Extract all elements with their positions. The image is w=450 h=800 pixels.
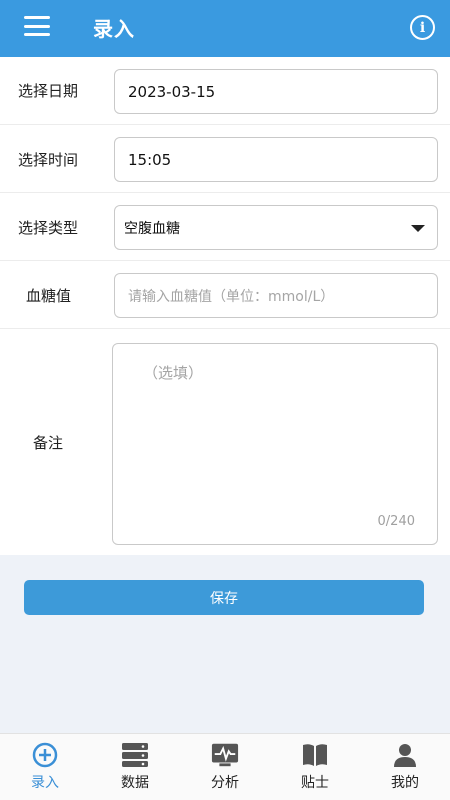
type-select-value: 空腹血糖 xyxy=(124,220,180,237)
analytics-icon xyxy=(211,742,239,768)
nav-item-data[interactable]: 数据 xyxy=(90,734,180,800)
nav-label-data: 数据 xyxy=(121,775,149,791)
entry-form: 选择日期 2023-03-15 选择时间 15:05 选择类型 空腹血糖 血糖值… xyxy=(0,57,450,555)
nav-label-tips: 贴士 xyxy=(301,775,329,791)
glucose-row: 血糖值 请输入血糖值（单位：mmol/L） xyxy=(0,261,450,329)
date-label: 选择日期 xyxy=(18,82,79,100)
chevron-down-icon xyxy=(411,225,425,232)
notes-label: 备注 xyxy=(33,434,64,452)
save-button[interactable]: 保存 xyxy=(24,580,424,615)
type-label: 选择类型 xyxy=(18,219,79,237)
glucose-label: 血糖值 xyxy=(26,287,72,305)
bottom-nav: 录入 数据 分析 贴士 我的 xyxy=(0,733,450,800)
page-title: 录入 xyxy=(93,17,135,41)
time-field[interactable]: 15:05 xyxy=(114,137,438,182)
add-circle-icon xyxy=(31,742,59,768)
time-row: 选择时间 15:05 xyxy=(0,125,450,193)
nav-label-entry: 录入 xyxy=(31,775,59,791)
type-select[interactable]: 空腹血糖 xyxy=(114,205,438,250)
type-row: 选择类型 空腹血糖 xyxy=(0,193,450,261)
nav-item-tips[interactable]: 贴士 xyxy=(270,734,360,800)
nav-label-profile: 我的 xyxy=(391,775,419,791)
book-icon xyxy=(301,742,329,768)
notes-char-counter: 0/240 xyxy=(377,514,415,529)
info-icon[interactable]: i xyxy=(410,15,435,40)
menu-icon[interactable] xyxy=(24,16,50,36)
nav-label-analysis: 分析 xyxy=(211,775,239,791)
date-row: 选择日期 2023-03-15 xyxy=(0,57,450,125)
nav-item-entry[interactable]: 录入 xyxy=(0,734,90,800)
app-header: 录入 i xyxy=(0,0,450,57)
database-icon xyxy=(121,742,149,768)
nav-item-analysis[interactable]: 分析 xyxy=(180,734,270,800)
user-icon xyxy=(391,742,419,768)
nav-item-profile[interactable]: 我的 xyxy=(360,734,450,800)
notes-textarea[interactable]: （选填） 0/240 xyxy=(112,343,438,545)
time-label: 选择时间 xyxy=(18,151,79,169)
notes-placeholder: （选填） xyxy=(143,364,204,382)
date-field[interactable]: 2023-03-15 xyxy=(114,69,438,114)
glucose-input[interactable]: 请输入血糖值（单位：mmol/L） xyxy=(114,273,438,318)
